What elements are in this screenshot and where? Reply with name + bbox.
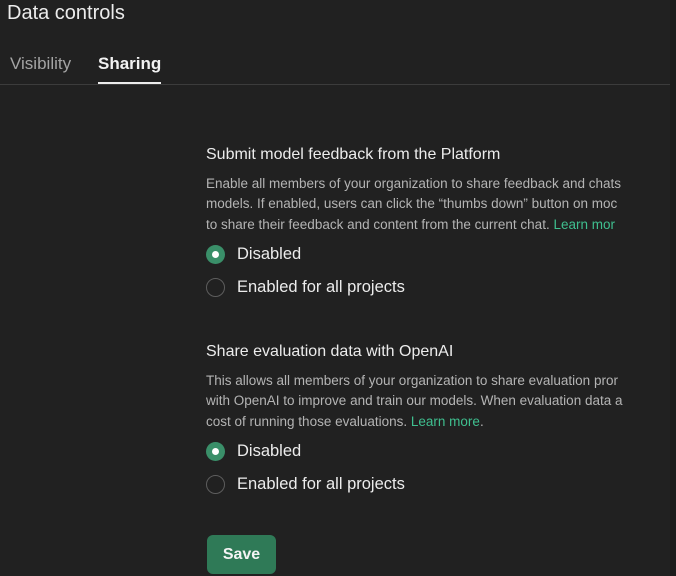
- description-line-with-link: cost of running those evaluations. Learn…: [206, 412, 670, 432]
- description-line: with OpenAI to improve and train our mod…: [206, 393, 623, 409]
- feedback-radio-group: Disabled Enabled for all projects: [206, 238, 670, 304]
- section-title: Share evaluation data with OpenAI: [206, 343, 454, 360]
- save-button[interactable]: Save: [207, 535, 276, 574]
- model-feedback-section: Submit model feedback from the Platform …: [206, 145, 670, 304]
- scrollbar-track[interactable]: [670, 0, 676, 576]
- radio-label[interactable]: Enabled for all projects: [237, 475, 405, 494]
- description-text: cost of running those evaluations.: [206, 413, 411, 429]
- description-text: to share their feedback and content from…: [206, 216, 554, 232]
- radio-label[interactable]: Disabled: [237, 442, 301, 461]
- active-tab-indicator: [98, 82, 161, 84]
- radio-unselected-icon[interactable]: [206, 277, 225, 297]
- section-description: This allows all members of your organiza…: [206, 371, 670, 432]
- section-title: Submit model feedback from the Platform: [206, 146, 501, 163]
- radio-option-enabled-all-projects[interactable]: Enabled for all projects: [206, 468, 670, 501]
- radio-label[interactable]: Enabled for all projects: [237, 278, 405, 297]
- radio-unselected-icon[interactable]: [206, 474, 225, 494]
- section-description: Enable all members of your organization …: [206, 174, 670, 235]
- description-line: Enable all members of your organization …: [206, 176, 621, 191]
- tab-visibility[interactable]: Visibility: [10, 53, 71, 75]
- tab-sharing[interactable]: Sharing: [98, 53, 161, 75]
- radio-selected-icon[interactable]: [206, 441, 225, 461]
- learn-more-link[interactable]: Learn more: [411, 414, 480, 429]
- learn-more-link[interactable]: Learn mor: [553, 217, 615, 232]
- radio-option-disabled[interactable]: Disabled: [206, 435, 670, 468]
- description-line-with-link: to share their feedback and content from…: [206, 215, 670, 235]
- radio-selected-icon[interactable]: [206, 244, 225, 264]
- description-line: models. If enabled, users can click the …: [206, 196, 618, 212]
- sharing-settings-panel: Submit model feedback from the Platform …: [206, 0, 670, 576]
- evaluation-radio-group: Disabled Enabled for all projects: [206, 435, 670, 501]
- description-line: This allows all members of your organiza…: [206, 373, 618, 388]
- radio-label[interactable]: Disabled: [237, 245, 301, 264]
- radio-option-enabled-all-projects[interactable]: Enabled for all projects: [206, 271, 670, 304]
- radio-option-disabled[interactable]: Disabled: [206, 238, 670, 271]
- link-suffix: .: [479, 413, 484, 429]
- evaluation-data-section: Share evaluation data with OpenAI This a…: [206, 342, 670, 501]
- page-title: Data controls: [7, 2, 125, 24]
